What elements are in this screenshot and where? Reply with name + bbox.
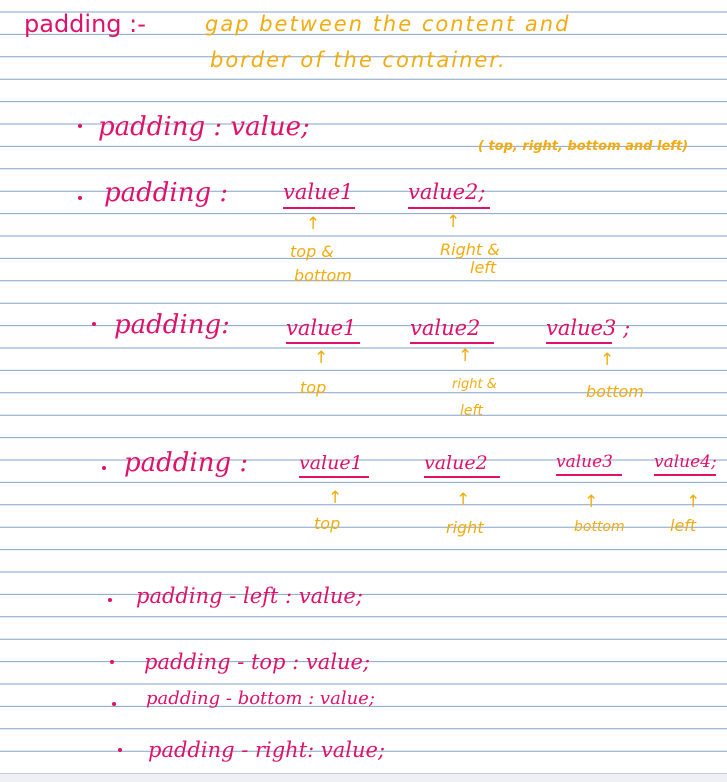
definition-line-2: border of the container. (210, 48, 507, 72)
bullet (78, 196, 82, 200)
syntax-2-label-value2-line1: Right & (440, 240, 500, 259)
bullet (110, 660, 114, 664)
underline (410, 342, 494, 344)
syntax-2-label-value1-line2: bottom (294, 266, 352, 285)
syntax-3-property: padding: (114, 310, 230, 340)
longhand-padding-left: padding - left : value; (136, 584, 363, 608)
underline (299, 476, 369, 478)
syntax-3-value3: value3 ; (546, 316, 631, 340)
underline (283, 207, 355, 209)
handwritten-note-page: padding :- gap between the content and b… (0, 0, 727, 782)
syntax-4-label-value2: right (446, 518, 484, 537)
syntax-3-value1: value1 (286, 316, 357, 340)
underline (654, 474, 716, 476)
syntax-2-value2: value2; (408, 180, 486, 204)
bullet (78, 124, 82, 128)
bullet (102, 466, 106, 470)
syntax-4-label-value4: left (670, 516, 697, 535)
syntax-1-code: padding : value; (98, 112, 310, 142)
syntax-4-value2: value2 (424, 452, 488, 474)
longhand-padding-top: padding - top : value; (144, 650, 371, 674)
bullet (112, 702, 116, 706)
bullet (92, 322, 96, 326)
arrow-up-icon: ↑ (314, 348, 329, 368)
underline (546, 342, 612, 344)
definition-term: padding :- (24, 10, 146, 38)
longhand-padding-right: padding - right: value; (148, 738, 386, 762)
syntax-4-value1: value1 (299, 452, 363, 474)
underline (286, 342, 360, 344)
arrow-up-icon: ↑ (456, 490, 471, 510)
syntax-4-value3: value3 (556, 452, 614, 472)
syntax-3-label-value3: bottom (586, 382, 644, 401)
syntax-3-value2: value2 (410, 316, 481, 340)
syntax-3-label-value2-line1: right & (452, 377, 497, 392)
syntax-4-property: padding : (124, 448, 249, 478)
syntax-4-label-value3: bottom (574, 519, 625, 535)
arrow-up-icon: ↑ (446, 212, 461, 232)
syntax-4-value4: value4; (654, 452, 717, 472)
syntax-2-label-value1-line1: top & (290, 242, 334, 261)
arrow-up-icon: ↑ (458, 346, 473, 366)
bullet (108, 598, 112, 602)
syntax-2-property: padding : (104, 178, 229, 208)
underline (408, 207, 490, 209)
syntax-3-label-value2-line2: left (460, 403, 483, 419)
underline (556, 474, 622, 476)
syntax-1-note: ( top, right, bottom and left) (478, 139, 689, 154)
syntax-4-label-value1: top (314, 514, 341, 533)
arrow-up-icon: ↑ (600, 350, 615, 370)
syntax-2-value1: value1 (283, 180, 354, 204)
syntax-3-label-value1: top (300, 378, 327, 397)
syntax-2-label-value2-line2: left (470, 258, 497, 277)
arrow-up-icon: ↑ (328, 488, 343, 508)
longhand-padding-bottom: padding - bottom : value; (146, 688, 375, 709)
underline (424, 476, 500, 478)
bullet (118, 748, 122, 752)
arrow-up-icon: ↑ (584, 492, 599, 512)
arrow-up-icon: ↑ (306, 214, 321, 234)
arrow-up-icon: ↑ (686, 492, 701, 512)
definition-line-1: gap between the content and (205, 12, 571, 36)
